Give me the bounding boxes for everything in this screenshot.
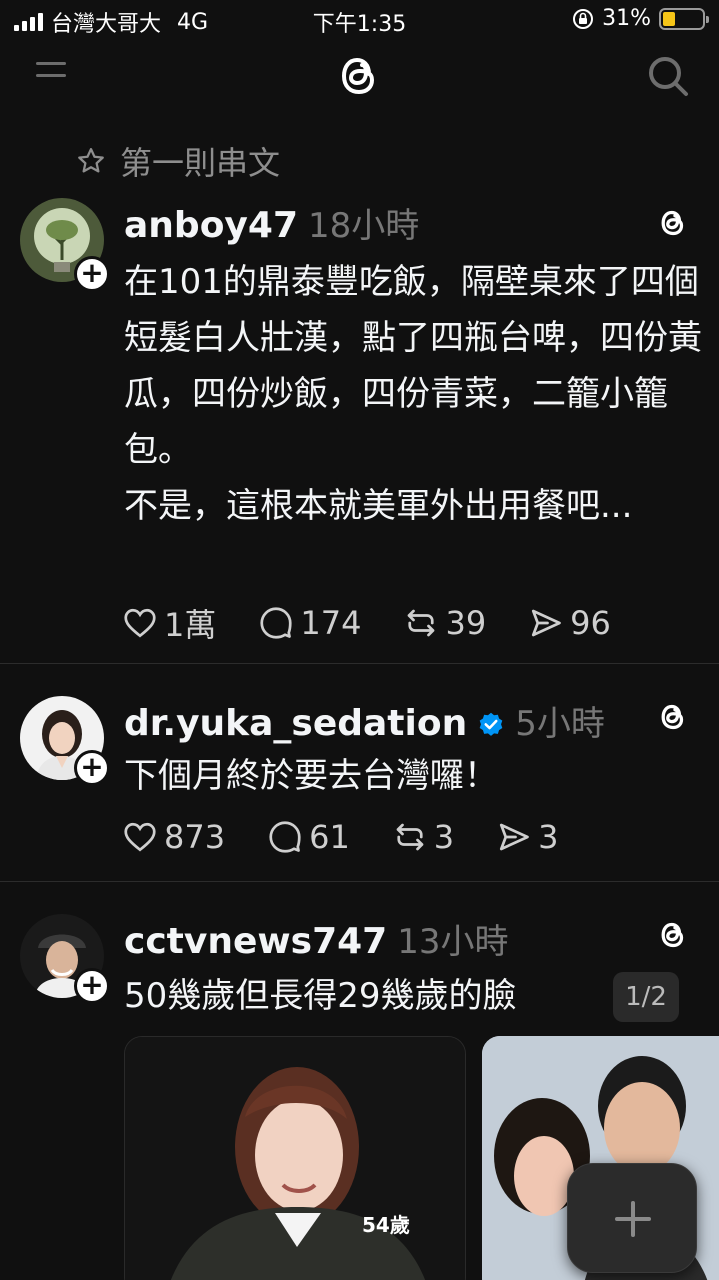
share-button[interactable]: 96 — [528, 604, 611, 642]
share-count: 3 — [538, 818, 559, 856]
post-time: 13小時 — [397, 922, 509, 962]
post-time: 18小時 — [308, 206, 420, 246]
threads-post-icon[interactable] — [657, 206, 689, 240]
comment-count: 174 — [300, 604, 362, 642]
post-time: 5小時 — [515, 704, 605, 744]
heart-icon — [124, 822, 156, 852]
repost-button[interactable]: 3 — [392, 818, 454, 856]
post-text-paragraph: 不是，這根本就美軍外出用餐吧... — [124, 486, 633, 526]
username[interactable]: anboy47 — [124, 205, 298, 246]
heart-icon — [124, 608, 156, 638]
divider — [0, 663, 719, 664]
threads-logo-icon[interactable] — [335, 50, 383, 102]
repost-icon — [396, 823, 424, 851]
comment-icon — [269, 821, 301, 853]
post-image-graphic — [125, 1037, 465, 1280]
repost-icon — [408, 609, 435, 637]
threads-post-icon[interactable] — [657, 918, 689, 952]
status-bar: 台灣大哥大 4G 下午1:35 31% — [0, 0, 719, 40]
post-actions: 1萬 174 39 96 — [122, 600, 653, 646]
like-count: 873 — [164, 818, 226, 856]
username[interactable]: dr.yuka_sedation — [124, 703, 467, 744]
threads-post-icon[interactable] — [657, 700, 689, 734]
comment-count: 61 — [309, 818, 350, 856]
comment-button[interactable]: 61 — [267, 818, 350, 856]
follow-plus-icon[interactable]: + — [74, 256, 110, 292]
repost-count: 39 — [445, 604, 487, 642]
star-icon — [78, 148, 104, 173]
share-button[interactable]: 3 — [496, 818, 559, 856]
send-icon — [500, 823, 530, 851]
post-text-paragraph: 在101的鼎泰豐吃飯，隔壁桌來了四個短髮白人壯漢，點了四瓶台啤，四份黃瓜，四份炒… — [124, 262, 702, 470]
post-text-paragraph: 50幾歲但長得29幾歲的臉 — [124, 976, 517, 1016]
media-caption: 54歲 — [362, 1213, 410, 1237]
send-icon — [532, 609, 562, 637]
new-post-button[interactable] — [567, 1163, 697, 1273]
verified-badge-icon — [479, 712, 503, 736]
search-icon[interactable] — [646, 54, 690, 98]
comment-icon — [260, 607, 292, 639]
pinned-label-text: 第一則串文 — [120, 144, 281, 182]
plus-icon — [615, 1201, 651, 1237]
follow-plus-icon[interactable]: + — [74, 750, 110, 786]
share-count: 96 — [570, 604, 611, 642]
pinned-post-label: 第一則串文 — [76, 138, 280, 184]
follow-plus-icon[interactable]: + — [74, 968, 110, 1004]
divider — [0, 881, 719, 882]
username[interactable]: cctvnews747 — [124, 921, 387, 962]
repost-button[interactable]: 39 — [403, 604, 486, 642]
like-count: 1萬 — [164, 606, 217, 644]
media-page-indicator: 1/2 — [613, 972, 679, 1022]
orientation-lock-icon — [573, 8, 594, 29]
comment-button[interactable]: 174 — [258, 604, 361, 642]
menu-icon[interactable] — [36, 62, 66, 88]
repost-count: 3 — [433, 818, 455, 856]
like-button[interactable]: 873 — [122, 818, 225, 856]
battery-percent: 31% — [602, 6, 651, 31]
post-actions: 873 61 3 3 — [122, 818, 601, 856]
post-text-paragraph: 下個月終於要去台灣囉！ — [124, 756, 498, 796]
battery-icon — [659, 7, 709, 30]
top-nav — [0, 40, 719, 110]
post-image[interactable]: 54歲 — [124, 1036, 466, 1280]
like-button[interactable]: 1萬 — [122, 600, 216, 646]
